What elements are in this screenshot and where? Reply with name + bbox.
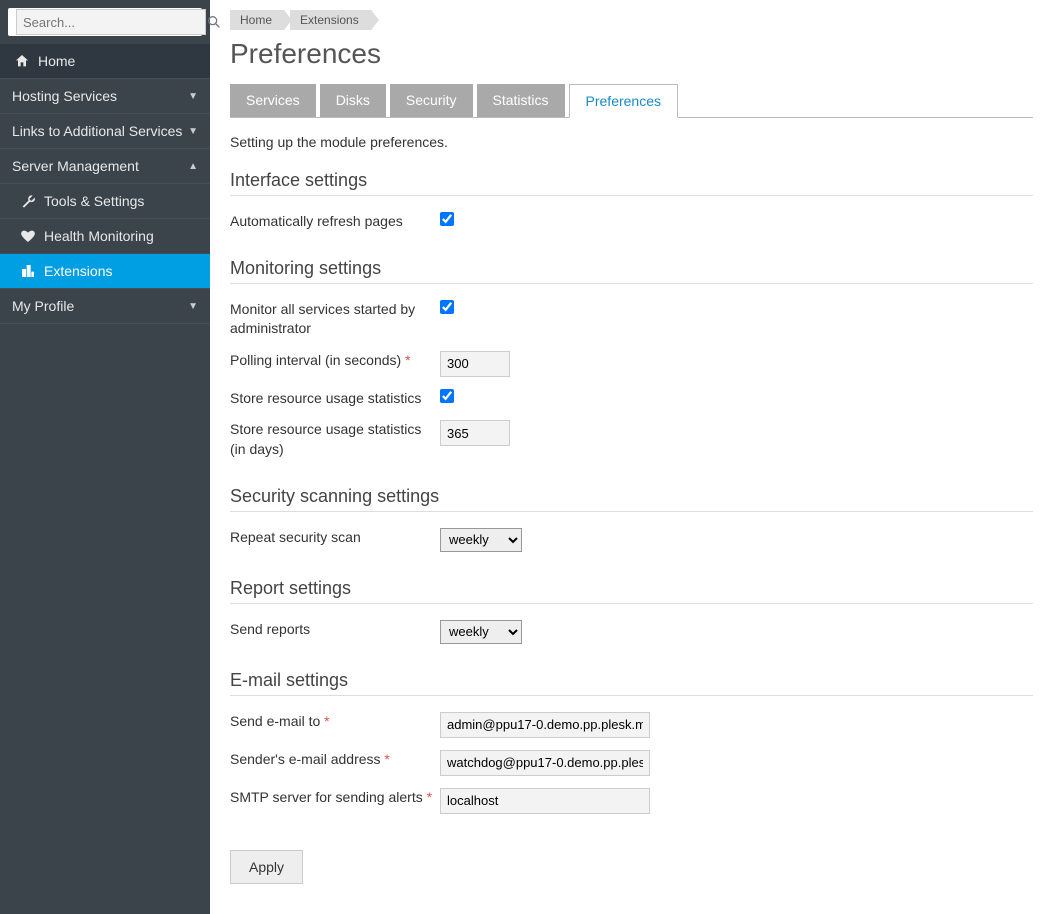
sidebar-item-label: Links to Additional Services [12, 123, 188, 139]
store-stats-checkbox[interactable] [440, 389, 454, 403]
chevron-down-icon: ▼ [188, 91, 198, 102]
sidebar-item-label: Server Management [12, 158, 188, 174]
repeat-scan-select[interactable]: weekly [440, 528, 522, 552]
section-interface-title: Interface settings [230, 170, 1033, 196]
sender-email-input[interactable] [440, 750, 650, 776]
tabs: Services Disks Security Statistics Prefe… [230, 84, 1033, 118]
row-store-stats: Store resource usage statistics [230, 383, 1033, 415]
apply-button[interactable]: Apply [230, 850, 303, 884]
heartbeat-icon [18, 228, 38, 244]
sidebar-item-home[interactable]: Home [0, 44, 210, 79]
polling-interval-label: Polling interval (in seconds) * [230, 351, 440, 371]
row-send-email-to: Send e-mail to * [230, 706, 1033, 744]
sidebar-item-label: Health Monitoring [44, 228, 198, 244]
store-stats-label: Store resource usage statistics [230, 389, 440, 409]
smtp-server-label: SMTP server for sending alerts * [230, 788, 440, 808]
search-input[interactable] [16, 9, 206, 35]
search-box[interactable] [8, 8, 202, 36]
polling-interval-input[interactable] [440, 351, 510, 377]
sidebar-item-server-management[interactable]: Server Management ▲ [0, 149, 210, 184]
sidebar-item-extensions[interactable]: Extensions [0, 254, 210, 289]
store-stats-days-input[interactable] [440, 420, 510, 446]
wrench-icon [18, 193, 38, 209]
search-wrap [0, 0, 210, 44]
sidebar-item-health-monitoring[interactable]: Health Monitoring [0, 219, 210, 254]
section-security-title: Security scanning settings [230, 486, 1033, 512]
main-content: Home Extensions Preferences Services Dis… [210, 0, 1053, 914]
sidebar-item-label: Tools & Settings [44, 193, 198, 209]
row-store-stats-days: Store resource usage statistics (in days… [230, 414, 1033, 465]
page-title: Preferences [230, 38, 1033, 70]
row-smtp-server: SMTP server for sending alerts * [230, 782, 1033, 820]
puzzle-icon [18, 263, 38, 279]
row-polling-interval: Polling interval (in seconds) * [230, 345, 1033, 383]
row-send-reports: Send reports weekly [230, 614, 1033, 650]
sidebar-item-tools-settings[interactable]: Tools & Settings [0, 184, 210, 219]
home-icon [12, 53, 32, 69]
required-asterisk: * [384, 751, 389, 767]
required-asterisk: * [324, 713, 329, 729]
page-description: Setting up the module preferences. [230, 134, 1033, 150]
auto-refresh-checkbox[interactable] [440, 212, 454, 226]
chevron-up-icon: ▲ [188, 161, 198, 172]
sender-email-label: Sender's e-mail address * [230, 750, 440, 770]
monitor-all-label: Monitor all services started by administ… [230, 300, 440, 339]
tab-statistics[interactable]: Statistics [477, 84, 565, 117]
breadcrumb-home[interactable]: Home [230, 10, 284, 30]
tab-services[interactable]: Services [230, 84, 316, 117]
monitor-all-checkbox[interactable] [440, 300, 454, 314]
section-email-title: E-mail settings [230, 670, 1033, 696]
row-repeat-scan: Repeat security scan weekly [230, 522, 1033, 558]
chevron-down-icon: ▼ [188, 301, 198, 312]
sidebar-item-label: Home [38, 53, 198, 69]
chevron-down-icon: ▼ [188, 126, 198, 137]
tab-disks[interactable]: Disks [320, 84, 386, 117]
breadcrumb-extensions[interactable]: Extensions [290, 10, 371, 30]
tab-security[interactable]: Security [390, 84, 473, 117]
sidebar-item-hosting-services[interactable]: Hosting Services ▼ [0, 79, 210, 114]
sidebar-item-my-profile[interactable]: My Profile ▼ [0, 289, 210, 324]
smtp-server-input[interactable] [440, 788, 650, 814]
tab-preferences[interactable]: Preferences [569, 84, 678, 118]
breadcrumb: Home Extensions [230, 10, 1033, 30]
send-reports-select[interactable]: weekly [440, 620, 522, 644]
send-email-to-input[interactable] [440, 712, 650, 738]
section-monitoring-title: Monitoring settings [230, 258, 1033, 284]
repeat-scan-label: Repeat security scan [230, 528, 440, 548]
section-report-title: Report settings [230, 578, 1033, 604]
sidebar-item-label: My Profile [12, 298, 188, 314]
sidebar-item-label: Hosting Services [12, 88, 188, 104]
row-monitor-all: Monitor all services started by administ… [230, 294, 1033, 345]
row-sender-email: Sender's e-mail address * [230, 744, 1033, 782]
required-asterisk: * [427, 789, 432, 805]
required-asterisk: * [405, 352, 410, 368]
send-reports-label: Send reports [230, 620, 440, 640]
auto-refresh-label: Automatically refresh pages [230, 212, 440, 232]
send-email-to-label: Send e-mail to * [230, 712, 440, 732]
sidebar-item-additional-services[interactable]: Links to Additional Services ▼ [0, 114, 210, 149]
sidebar: Home Hosting Services ▼ Links to Additio… [0, 0, 210, 914]
row-auto-refresh: Automatically refresh pages [230, 206, 1033, 238]
sidebar-item-label: Extensions [44, 263, 198, 279]
store-stats-days-label: Store resource usage statistics (in days… [230, 420, 440, 459]
